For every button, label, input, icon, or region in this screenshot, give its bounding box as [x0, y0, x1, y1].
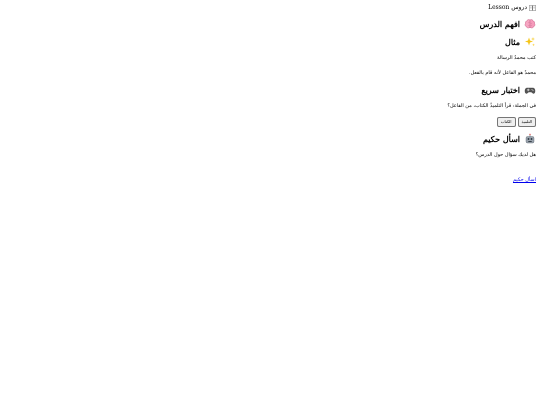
- lesson-header: دروس Lesson: [4, 3, 536, 12]
- section-example-heading: مثال: [4, 36, 536, 48]
- game-controller-icon: [524, 87, 536, 94]
- lesson-title: دروس Lesson: [488, 4, 527, 11]
- section-quiz-title: اختبار سريع: [481, 85, 520, 95]
- ask-prompt: هل لديك سؤال حول الدرس؟: [475, 152, 536, 158]
- section-understand-heading: افهم الدرس: [4, 18, 536, 30]
- quiz-option-student-button[interactable]: التلميذ: [517, 117, 536, 127]
- section-example-title: مثال: [505, 37, 520, 47]
- ask-hakim-link[interactable]: اسأل حكيم: [513, 177, 536, 183]
- example-sentence: كتب محمدٌ الرسالة: [497, 55, 536, 61]
- section-ask-heading: اسأل حكيم: [4, 133, 536, 145]
- lesson-page: دروس Lesson افهم الدرس مثال كتب محمدٌ ال…: [0, 0, 540, 405]
- quiz-options: التلميذ الكتاب: [4, 117, 536, 127]
- book-icon: [529, 4, 536, 11]
- section-ask-title: اسأل حكيم: [482, 134, 520, 144]
- brain-icon: [524, 19, 536, 29]
- robot-icon: [525, 133, 535, 144]
- example-explanation: محمدٌ هو الفاعل لأنه قام بالفعل.: [468, 70, 536, 76]
- quiz-question: في الجملة: قرأ التلميذُ الكتاب، من الفاع…: [447, 103, 536, 109]
- sparkles-icon: [525, 37, 535, 47]
- section-quiz-heading: اختبار سريع: [4, 84, 536, 96]
- section-understand-title: افهم الدرس: [479, 19, 520, 29]
- quiz-option-book-button[interactable]: الكتاب: [496, 117, 516, 127]
